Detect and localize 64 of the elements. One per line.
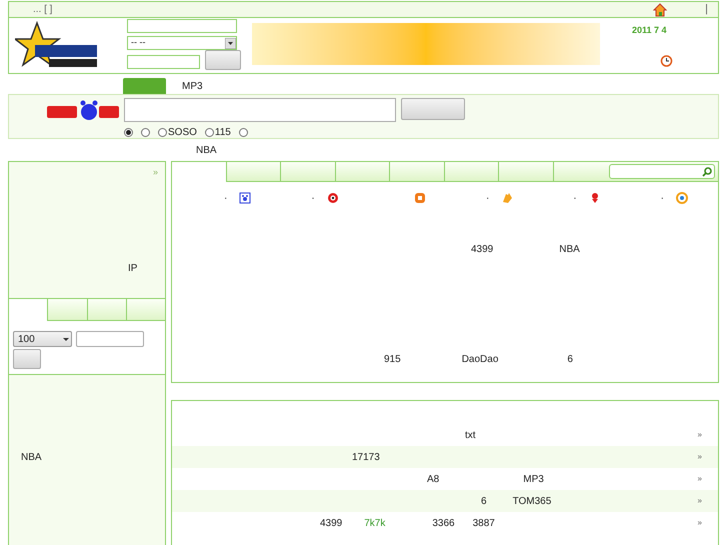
date-text: 2011 7 4 <box>632 24 667 37</box>
bullet-text: · <box>660 192 664 206</box>
category-link[interactable]: 7k7k <box>364 516 386 530</box>
site-link[interactable]: 4399 <box>471 242 494 256</box>
ip-label: IP <box>128 262 138 276</box>
category-link[interactable]: txt <box>465 428 476 442</box>
category-link[interactable]: 4399 <box>320 516 342 530</box>
separator-text: | <box>705 2 708 18</box>
category-link[interactable]: 3366 <box>432 516 455 530</box>
panel-tab[interactable] <box>88 299 127 321</box>
category-link[interactable]: A8 <box>427 472 440 486</box>
site-tab[interactable] <box>226 162 281 182</box>
search-field[interactable] <box>124 98 396 122</box>
more-link[interactable]: » <box>698 451 702 463</box>
ring-icon <box>676 192 688 204</box>
category-link[interactable]: MP3 <box>523 472 544 486</box>
category-link[interactable]: NBA <box>21 452 42 463</box>
category-link[interactable]: 3887 <box>472 516 495 530</box>
panel-tab[interactable] <box>48 299 88 321</box>
login-button[interactable] <box>205 50 241 70</box>
search-icon <box>702 166 712 176</box>
bullet-text: · <box>573 192 577 206</box>
bullet-text: · <box>486 192 490 206</box>
site-link[interactable]: NBA <box>559 242 580 256</box>
alarm-clock-icon <box>660 54 673 66</box>
category-link[interactable]: 6 <box>481 494 487 508</box>
site-link[interactable]: 6 <box>567 352 573 366</box>
square-badge-icon <box>414 192 426 204</box>
top-bar-text: ... [ ] <box>33 3 52 17</box>
username-field[interactable] <box>127 19 237 33</box>
site-tab[interactable] <box>444 162 499 182</box>
dropdown-arrow-icon <box>225 38 236 48</box>
hot-link[interactable]: NBA <box>196 142 217 158</box>
site-link[interactable]: 915 <box>384 352 401 366</box>
site-tab[interactable] <box>499 162 554 182</box>
search-button[interactable] <box>401 98 465 120</box>
more-link[interactable]: » <box>698 495 702 507</box>
bullet-text: · <box>224 192 228 206</box>
search-engine-radio[interactable]: SOSO <box>158 125 197 140</box>
site-tab[interactable] <box>390 162 444 182</box>
search-tab[interactable] <box>123 78 166 94</box>
search-engine-radio[interactable] <box>238 128 248 137</box>
panel-tab[interactable] <box>126 299 165 321</box>
more-link[interactable]: » <box>698 473 702 485</box>
submit-button[interactable] <box>13 349 41 369</box>
home-icon <box>653 2 668 16</box>
category-link[interactable]: TOM365 <box>512 494 552 508</box>
count-dropdown[interactable]: 100 <box>13 331 72 347</box>
search-tab[interactable]: MP3 <box>180 78 205 94</box>
keyword-field[interactable] <box>76 331 144 347</box>
search-engine-radio[interactable]: 115 <box>204 125 231 140</box>
category-link[interactable]: 17173 <box>352 450 380 464</box>
login-dropdown[interactable]: -- -- <box>127 36 237 50</box>
paw-icon <box>239 192 252 204</box>
site-link[interactable]: DaoDao <box>462 352 498 366</box>
site-tab[interactable] <box>281 162 336 182</box>
more-link[interactable]: » <box>698 517 702 529</box>
password-field[interactable] <box>127 55 200 69</box>
bullet-text: · <box>311 192 315 206</box>
paw-logo-icon <box>47 100 119 122</box>
eye-icon <box>326 192 339 204</box>
more-link[interactable]: » <box>698 429 702 441</box>
site-search-field[interactable] <box>609 164 715 179</box>
site-tab[interactable] <box>336 162 390 182</box>
